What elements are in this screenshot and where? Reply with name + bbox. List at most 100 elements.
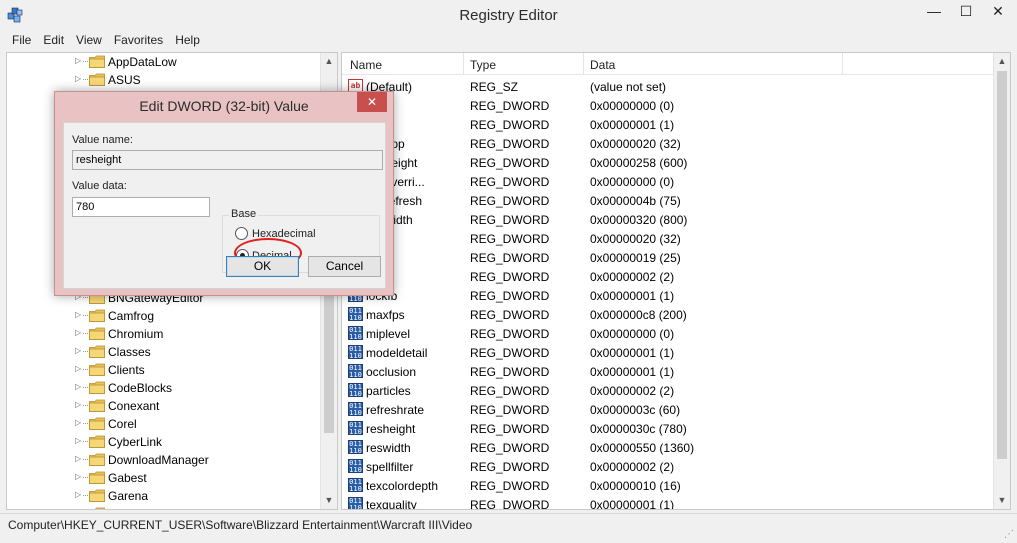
list-header: Name Type Data xyxy=(342,53,994,75)
expand-arrow-icon[interactable]: ▷ xyxy=(75,310,81,319)
value-name: texquality xyxy=(366,498,417,510)
table-row[interactable]: 011110aREG_DWORD0x00000019 (25) xyxy=(342,248,994,267)
tree-item[interactable]: ▷ Classes xyxy=(7,343,321,361)
folder-icon xyxy=(89,55,105,68)
table-row[interactable]: 011110REG_DWORD0x00000002 (2) xyxy=(342,267,994,286)
tree-item[interactable]: ▷ Gabest xyxy=(7,469,321,487)
column-name-header[interactable]: Name xyxy=(350,58,382,72)
ok-button[interactable]: OK xyxy=(226,256,299,277)
tree-item[interactable]: ▷ CyberLink xyxy=(7,433,321,451)
value-type: REG_DWORD xyxy=(470,498,550,510)
column-divider[interactable] xyxy=(583,53,584,75)
value-type: REG_DWORD xyxy=(470,289,550,303)
expand-arrow-icon[interactable]: ▷ xyxy=(75,328,81,337)
hexadecimal-radio[interactable] xyxy=(235,227,248,240)
table-row[interactable]: 011110aticoverri...REG_DWORD0x00000000 (… xyxy=(342,172,994,191)
value-type: REG_DWORD xyxy=(470,403,550,417)
value-type: REG_DWORD xyxy=(470,213,550,227)
table-row[interactable]: 011110aticwidthREG_DWORD0x00000320 (800) xyxy=(342,210,994,229)
value-type: REG_DWORD xyxy=(470,137,550,151)
table-row[interactable]: 011110aticbppREG_DWORD0x00000020 (32) xyxy=(342,134,994,153)
table-row[interactable]: 011110aticrefreshREG_DWORD0x0000004b (75… xyxy=(342,191,994,210)
expand-arrow-icon[interactable]: ▷ xyxy=(75,508,81,509)
value-data: 0x00000001 (1) xyxy=(590,498,675,510)
tree-item[interactable]: ▷ ASUS xyxy=(7,71,321,89)
table-row[interactable]: 011 110 resheight REG_DWORD 0x0000030c (780) xyxy=(342,419,994,438)
expand-arrow-icon[interactable]: ▷ xyxy=(75,490,81,499)
tree-item[interactable]: ▷ Corel xyxy=(7,415,321,433)
tree-connector xyxy=(83,369,88,370)
column-type-header[interactable]: Type xyxy=(470,58,496,72)
tree-item-label: CodeBlocks xyxy=(108,381,173,395)
menu-bar: File Edit View Favorites Help xyxy=(0,31,1017,50)
menu-view[interactable]: View xyxy=(70,31,108,50)
table-row[interactable]: 011 110 particles REG_DWORD 0x00000002 (2) xyxy=(342,381,994,400)
tree-item[interactable]: ▷ GNU xyxy=(7,505,321,509)
expand-arrow-icon[interactable]: ▷ xyxy=(75,418,81,427)
table-row[interactable]: 011110lockfbREG_DWORD0x00000001 (1) xyxy=(342,286,994,305)
tree-item[interactable]: ▷ Chromium xyxy=(7,325,321,343)
table-row[interactable]: 011110aticheightREG_DWORD0x00000258 (600… xyxy=(342,153,994,172)
close-button[interactable]: ✕ xyxy=(982,0,1014,22)
expand-arrow-icon[interactable]: ▷ xyxy=(75,346,81,355)
table-row[interactable]: 011 110 miplevel REG_DWORD 0x00000000 (0) xyxy=(342,324,994,343)
resize-grip-icon[interactable]: ⋰ xyxy=(1004,529,1014,540)
table-row[interactable]: 011110ualityREG_DWORD0x00000001 (1) xyxy=(342,115,994,134)
value-data: (value not set) xyxy=(590,80,667,94)
dialog-close-button[interactable]: ✕ xyxy=(357,92,387,112)
table-row[interactable]: 011 110 texcolordepth REG_DWORD 0x00000010 (… xyxy=(342,476,994,495)
expand-arrow-icon[interactable]: ▷ xyxy=(75,436,81,445)
tree-item[interactable]: ▷ Clients xyxy=(7,361,321,379)
tree-item[interactable]: ▷ Conexant xyxy=(7,397,321,415)
table-row[interactable]: 011 110 texquality REG_DWORD 0x00000001 (1) xyxy=(342,495,994,510)
table-row[interactable]: 011110erREG_DWORD0x00000000 (0) xyxy=(342,96,994,115)
registry-values-list[interactable]: Name Type Data ab (Default) REG_SZ (value n… xyxy=(341,52,1011,510)
tree-item[interactable]: ▷ AppDataLow xyxy=(7,53,321,71)
scroll-up-arrow-icon[interactable]: ▲ xyxy=(321,53,337,70)
menu-edit[interactable]: Edit xyxy=(37,31,70,50)
dword-value-icon: 011110 xyxy=(348,345,363,360)
menu-favorites[interactable]: Favorites xyxy=(108,31,169,50)
table-row[interactable]: 011 110 maxfps REG_DWORD 0x000000c8 (200) xyxy=(342,305,994,324)
expand-arrow-icon[interactable]: ▷ xyxy=(75,364,81,373)
value-data-label: Value data: xyxy=(72,180,127,192)
tree-item-label: Conexant xyxy=(108,399,160,413)
expand-arrow-icon[interactable]: ▷ xyxy=(75,454,81,463)
cancel-button[interactable]: Cancel xyxy=(308,256,381,277)
table-row[interactable]: 011110epthREG_DWORD0x00000020 (32) xyxy=(342,229,994,248)
scroll-down-arrow-icon[interactable]: ▼ xyxy=(321,492,337,509)
expand-arrow-icon[interactable]: ▷ xyxy=(75,400,81,409)
expand-arrow-icon[interactable]: ▷ xyxy=(75,56,81,65)
scroll-down-arrow-icon[interactable]: ▼ xyxy=(994,492,1010,509)
tree-item[interactable]: ▷ Garena xyxy=(7,487,321,505)
value-name-field[interactable]: resheight xyxy=(72,150,383,170)
expand-arrow-icon[interactable]: ▷ xyxy=(75,74,81,83)
tree-item[interactable]: ▷ CodeBlocks xyxy=(7,379,321,397)
tree-item[interactable]: ▷ Camfrog xyxy=(7,307,321,325)
value-data-field[interactable]: 780 xyxy=(72,197,210,217)
column-data-header[interactable]: Data xyxy=(590,58,615,72)
column-divider[interactable] xyxy=(463,53,464,75)
expand-arrow-icon[interactable]: ▷ xyxy=(75,382,81,391)
maximize-button[interactable]: ☐ xyxy=(950,0,982,22)
list-scroll-thumb[interactable] xyxy=(997,71,1007,459)
table-row[interactable]: 011 110 occlusion REG_DWORD 0x00000001 (1) xyxy=(342,362,994,381)
table-row[interactable]: 011 110 reswidth REG_DWORD 0x00000550 (1360) xyxy=(342,438,994,457)
tree-item[interactable]: ▷ DownloadManager xyxy=(7,451,321,469)
tree-item-label: Classes xyxy=(108,345,151,359)
tree-item-label: Corel xyxy=(108,417,137,431)
scroll-up-arrow-icon[interactable]: ▲ xyxy=(994,53,1010,70)
menu-file[interactable]: File xyxy=(6,31,37,50)
column-divider[interactable] xyxy=(842,53,843,75)
table-row[interactable]: ab (Default) REG_SZ (value not set) xyxy=(342,77,994,96)
folder-icon xyxy=(89,417,105,430)
value-name: resheight xyxy=(366,422,416,436)
tree-connector xyxy=(83,315,88,316)
list-vertical-scrollbar[interactable]: ▲ ▼ xyxy=(993,53,1010,509)
expand-arrow-icon[interactable]: ▷ xyxy=(75,472,81,481)
menu-help[interactable]: Help xyxy=(169,31,206,50)
table-row[interactable]: 011 110 spellfilter REG_DWORD 0x00000002 (2) xyxy=(342,457,994,476)
table-row[interactable]: 011 110 modeldetail REG_DWORD 0x00000001 (1) xyxy=(342,343,994,362)
table-row[interactable]: 011 110 refreshrate REG_DWORD 0x0000003c (60… xyxy=(342,400,994,419)
minimize-button[interactable]: — xyxy=(918,0,950,22)
